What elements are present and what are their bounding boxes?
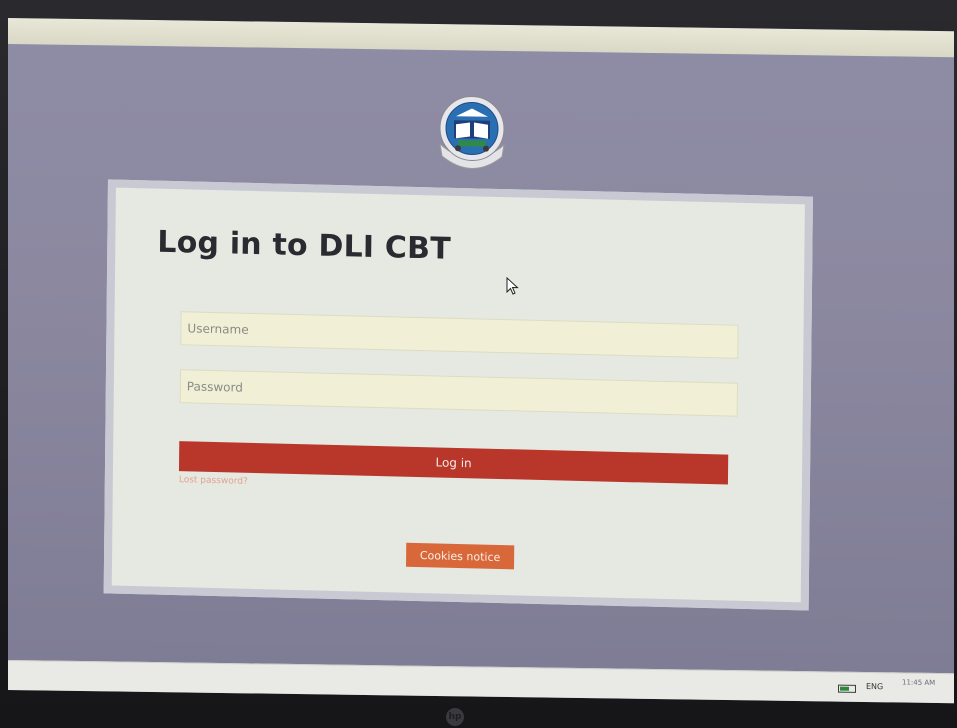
clock[interactable]: 11:45 AM [902,677,935,688]
cookies-notice-button[interactable]: Cookies notice [406,542,515,570]
lost-password-link[interactable]: Lost password? [179,475,248,487]
page-title: Log in to DLI CBT [157,224,452,267]
password-input[interactable] [179,369,738,417]
hp-logo-icon: hp [446,708,464,726]
taskbar: ENG 11:45 AM [8,660,954,704]
login-button[interactable]: Log in [178,441,729,485]
language-indicator[interactable]: ENG [866,682,883,691]
login-card: Log in to DLI CBT Log in Lost password? … [103,179,813,611]
top-strip [8,18,954,58]
mouse-cursor-icon [506,276,519,295]
battery-icon[interactable] [838,684,856,693]
monitor-frame: Log in to DLI CBT Log in Lost password? … [0,0,957,728]
screen: Log in to DLI CBT Log in Lost password? … [8,18,954,704]
username-input[interactable] [180,311,739,359]
university-logo-icon [439,95,505,169]
